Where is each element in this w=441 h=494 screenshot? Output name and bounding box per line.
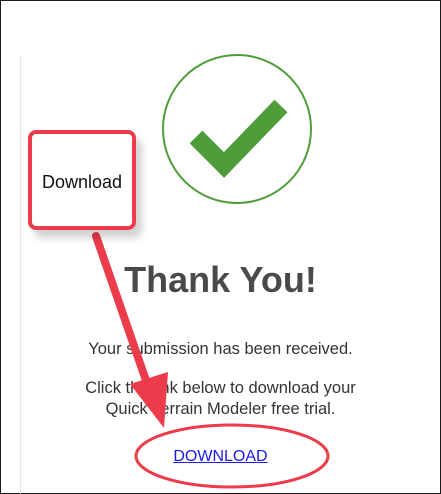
callout-label: Download bbox=[41, 172, 123, 192]
success-circle bbox=[162, 54, 312, 204]
page-title: Thank You! bbox=[124, 259, 317, 300]
submission-received-text: Your submission has been received. bbox=[88, 340, 353, 358]
download-link[interactable]: DOWNLOAD bbox=[0, 447, 441, 467]
check-mark-icon bbox=[189, 99, 288, 178]
download-instructions-line-2: Quick Terrain Modeler free trial. bbox=[105, 400, 336, 418]
download-callout: Download bbox=[28, 130, 136, 230]
download-instructions-line-1: Click the link below to download your bbox=[85, 379, 356, 397]
